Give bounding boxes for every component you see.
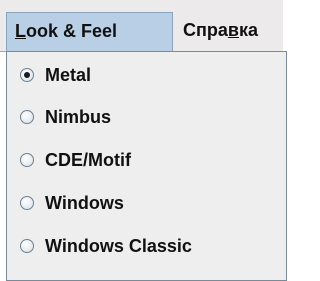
menu-item-windows[interactable]: Windows — [7, 186, 286, 222]
menu-label-prefix: Спра — [183, 20, 228, 40]
radio-unchecked-icon — [20, 196, 34, 210]
radio-unchecked-icon — [20, 239, 34, 253]
menu-item-windows-classic[interactable]: Windows Classic — [7, 229, 286, 265]
menu-label: ook & Feel — [26, 21, 118, 41]
radio-unchecked-icon — [20, 110, 34, 124]
menu-item-metal[interactable]: Metal — [7, 58, 286, 94]
radio-unchecked-icon — [20, 153, 34, 167]
menu-look-and-feel[interactable]: Look & Feel — [6, 12, 173, 52]
radio-checked-icon — [20, 68, 34, 82]
menu-item-label: Nimbus — [45, 107, 112, 127]
menu-label-suffix: ка — [238, 20, 258, 40]
menu-help[interactable]: Справка — [181, 12, 283, 52]
menu-item-label: Metal — [45, 65, 92, 85]
look-and-feel-popup-menu: Metal Nimbus CDE/Motif Windows Windows C… — [6, 51, 287, 281]
menu-mnemonic: L — [15, 21, 26, 41]
menu-item-label: Windows — [45, 193, 124, 213]
menu-bar: Look & Feel Справка — [0, 0, 283, 52]
menu-item-nimbus[interactable]: Nimbus — [7, 100, 286, 136]
radio-dot-icon — [24, 72, 30, 78]
menu-item-label: Windows Classic — [45, 236, 192, 256]
menu-item-label: CDE/Motif — [45, 150, 131, 170]
menu-mnemonic: в — [227, 20, 239, 40]
menu-item-cde-motif[interactable]: CDE/Motif — [7, 143, 286, 179]
